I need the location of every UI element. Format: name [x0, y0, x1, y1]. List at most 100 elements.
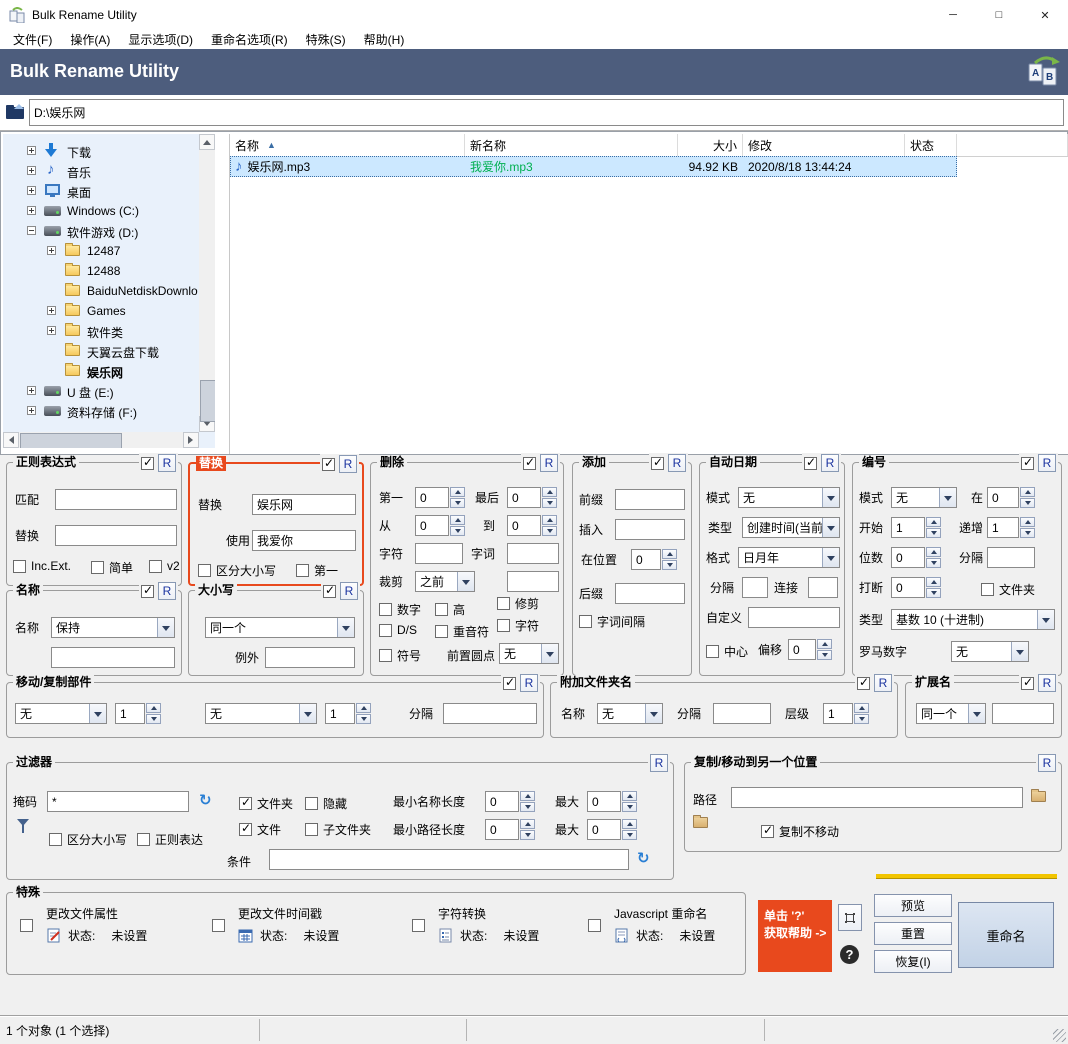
- column-header-newname[interactable]: 新名称: [465, 134, 678, 156]
- remove-crop-dropdown[interactable]: 之前: [415, 571, 475, 592]
- maximize-button[interactable]: □: [976, 0, 1022, 30]
- remove-last-value[interactable]: 0: [507, 487, 541, 508]
- filters-max2-spinner[interactable]: 0: [587, 819, 637, 840]
- numbering-folder-checkbox[interactable]: [981, 583, 994, 596]
- name-input[interactable]: [51, 647, 175, 668]
- column-header-size[interactable]: 大小: [678, 134, 743, 156]
- expand-plus-icon[interactable]: [27, 386, 36, 395]
- expand-plus-icon[interactable]: [27, 166, 36, 175]
- replace-with-input[interactable]: 我爱你: [252, 530, 356, 551]
- expand-plus-icon[interactable]: [27, 206, 36, 215]
- movecopy-count1-value[interactable]: 1: [115, 703, 145, 724]
- filters-minname-spinner[interactable]: 0: [485, 791, 535, 812]
- dropdown-arrow-icon[interactable]: [645, 704, 662, 723]
- dropdown-arrow-icon[interactable]: [968, 704, 985, 723]
- file-row-selected[interactable]: ♪娱乐网.mp3 我爱你.mp3 94.92 KB 2020/8/18 13:4…: [230, 156, 957, 177]
- spinner-arrows[interactable]: [450, 487, 465, 508]
- add-atpos-spinner[interactable]: 0: [631, 549, 677, 570]
- autodate-mode-dropdown[interactable]: 无: [738, 487, 840, 508]
- copyloc-reset-button[interactable]: R: [1038, 754, 1056, 772]
- tree-item-desktop[interactable]: 桌面: [3, 181, 215, 201]
- file-attributes-icon[interactable]: [46, 928, 62, 944]
- minimize-button[interactable]: ─: [930, 0, 976, 30]
- resize-grip-icon[interactable]: [1053, 1029, 1066, 1042]
- expand-plus-icon[interactable]: [47, 246, 56, 255]
- filters-hidden-checkbox[interactable]: [305, 797, 318, 810]
- filters-max1-value[interactable]: 0: [587, 791, 621, 812]
- numbering-pad-spinner[interactable]: 0: [891, 547, 941, 568]
- spinner-arrows[interactable]: [542, 487, 557, 508]
- menu-help[interactable]: 帮助(H): [355, 31, 414, 48]
- expand-plus-icon[interactable]: [27, 146, 36, 155]
- tree-item-tianyi[interactable]: 天翼云盘下载: [3, 341, 215, 361]
- autodate-offset-spinner[interactable]: 0: [788, 639, 832, 660]
- remove-digits-checkbox[interactable]: [379, 603, 392, 616]
- dropdown-arrow-icon[interactable]: [939, 488, 956, 507]
- special-attributes-checkbox[interactable]: [20, 919, 33, 932]
- tree-item-software[interactable]: 软件类: [3, 321, 215, 341]
- dropdown-arrow-icon[interactable]: [822, 488, 839, 507]
- dropdown-arrow-icon[interactable]: [822, 548, 839, 567]
- replace-reset-button[interactable]: R: [339, 455, 357, 473]
- spinner-arrows[interactable]: [542, 515, 557, 536]
- tree-item-games[interactable]: Games: [3, 301, 215, 321]
- refresh-icon[interactable]: ↻: [637, 851, 650, 867]
- remove-first-spinner[interactable]: 0: [415, 487, 465, 508]
- case-except-input[interactable]: [265, 647, 355, 668]
- column-header-status[interactable]: 状态: [905, 134, 957, 156]
- spinner-arrows[interactable]: [854, 703, 869, 724]
- menu-rename-options[interactable]: 重命名选项(R): [202, 31, 297, 48]
- javascript-rename-icon[interactable]: [614, 928, 630, 944]
- filters-regex-checkbox[interactable]: [137, 833, 150, 846]
- tree-item-drive-d[interactable]: 软件游戏 (D:): [3, 221, 215, 241]
- replace-enable-checkbox[interactable]: [322, 458, 335, 471]
- spinner-arrows[interactable]: [1020, 517, 1035, 538]
- case-reset-button[interactable]: R: [340, 582, 358, 600]
- spinner-arrows[interactable]: [926, 547, 941, 568]
- filters-max1-spinner[interactable]: 0: [587, 791, 637, 812]
- dropdown-arrow-icon[interactable]: [157, 618, 174, 637]
- remove-crop-input[interactable]: [507, 571, 559, 592]
- regex-incext-checkbox[interactable]: [13, 560, 26, 573]
- filters-folders-checkbox[interactable]: [239, 797, 252, 810]
- help-question-icon[interactable]: ?: [840, 945, 859, 964]
- case-enable-checkbox[interactable]: [323, 585, 336, 598]
- tree-item-music[interactable]: ♪音乐: [3, 161, 215, 181]
- dropdown-arrow-icon[interactable]: [822, 518, 839, 537]
- close-button[interactable]: ✕: [1022, 0, 1068, 30]
- char-conversion-icon[interactable]: [438, 928, 454, 944]
- filters-cond-input[interactable]: [269, 849, 629, 870]
- tree-vertical-scrollbar[interactable]: [199, 134, 215, 432]
- filters-files-checkbox[interactable]: [239, 823, 252, 836]
- numbering-sep-input[interactable]: [987, 547, 1035, 568]
- spinner-arrows[interactable]: [520, 819, 535, 840]
- appendfolder-name-dropdown[interactable]: 无: [597, 703, 663, 724]
- scroll-thumb[interactable]: [20, 433, 122, 448]
- scroll-right-arrow[interactable]: [183, 432, 199, 448]
- timestamp-icon[interactable]: [238, 928, 254, 944]
- name-mode-dropdown[interactable]: 保持: [51, 617, 175, 638]
- column-header-name[interactable]: 名称▲: [230, 134, 465, 156]
- numbering-incr-value[interactable]: 1: [987, 517, 1019, 538]
- rename-button[interactable]: 重命名: [958, 902, 1054, 968]
- regex-enable-checkbox[interactable]: [141, 457, 154, 470]
- extension-enable-checkbox[interactable]: [1021, 677, 1034, 690]
- autodate-reset-button[interactable]: R: [821, 454, 839, 472]
- add-reset-button[interactable]: R: [668, 454, 686, 472]
- remove-words-input[interactable]: [507, 543, 559, 564]
- tree-item-drive-f[interactable]: 资料存储 (F:): [3, 401, 215, 421]
- extension-reset-button[interactable]: R: [1038, 674, 1056, 692]
- menu-display-options[interactable]: 显示选项(D): [119, 31, 202, 48]
- remove-ds-checkbox[interactable]: [379, 624, 392, 637]
- replace-case-checkbox[interactable]: [198, 564, 211, 577]
- numbering-reset-button[interactable]: R: [1038, 454, 1056, 472]
- refresh-icon[interactable]: ↻: [199, 793, 212, 809]
- add-atpos-value[interactable]: 0: [631, 549, 661, 570]
- spinner-arrows[interactable]: [1020, 487, 1035, 508]
- appendfolder-enable-checkbox[interactable]: [857, 677, 870, 690]
- numbering-break-value[interactable]: 0: [891, 577, 925, 598]
- add-suffix-input[interactable]: [615, 583, 685, 604]
- scroll-thumb[interactable]: [200, 380, 215, 422]
- movecopy-sep-input[interactable]: [443, 703, 537, 724]
- remove-high-checkbox[interactable]: [435, 603, 448, 616]
